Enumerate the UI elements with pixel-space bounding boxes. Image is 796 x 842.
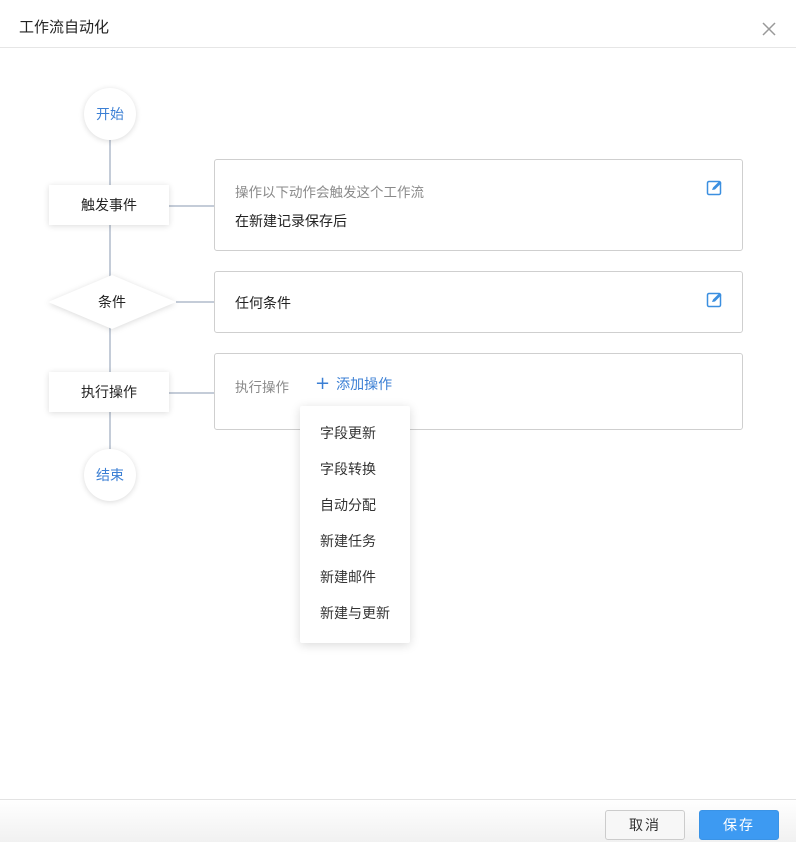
menu-item-field-convert[interactable]: 字段转换: [300, 452, 410, 488]
plus-icon: +: [315, 373, 331, 394]
flow-end-node: 结束: [84, 449, 136, 501]
trigger-connector: [168, 205, 214, 207]
flow-start-label: 开始: [96, 107, 124, 123]
dialog-header: 工作流自动化: [0, 0, 796, 48]
flow-action-label: 执行操作: [81, 385, 137, 401]
edit-icon[interactable]: [706, 291, 724, 309]
flow-trigger-label: 触发事件: [81, 198, 137, 214]
cancel-button[interactable]: 取消: [605, 810, 685, 840]
menu-item-new-email[interactable]: 新建邮件: [300, 560, 410, 596]
add-action-button[interactable]: + 添加操作: [315, 374, 392, 394]
condition-card: 任何条件: [214, 271, 743, 333]
flow-condition-node[interactable]: 条件: [47, 274, 177, 330]
save-button[interactable]: 保存: [699, 810, 779, 840]
condition-connector: [176, 301, 214, 303]
condition-value: 任何条件: [235, 296, 291, 312]
flow-condition-label: 条件: [98, 295, 126, 311]
flow-end-label: 结束: [96, 468, 124, 484]
action-connector: [168, 392, 214, 394]
dialog-title: 工作流自动化: [19, 18, 110, 36]
add-action-label: 添加操作: [336, 377, 393, 393]
menu-item-auto-assign[interactable]: 自动分配: [300, 488, 410, 524]
menu-item-field-update[interactable]: 字段更新: [300, 416, 410, 452]
dialog-footer: 取消 保存: [0, 799, 796, 842]
flow-action-node[interactable]: 执行操作: [49, 372, 169, 412]
edit-icon[interactable]: [706, 179, 724, 197]
action-menu: 字段更新 字段转换 自动分配 新建任务 新建邮件 新建与更新: [300, 406, 410, 643]
flow-trigger-node[interactable]: 触发事件: [49, 185, 169, 225]
action-card: 执行操作 + 添加操作: [214, 353, 743, 430]
trigger-value: 在新建记录保存后: [235, 214, 347, 230]
action-label: 执行操作: [235, 380, 289, 396]
close-icon[interactable]: [758, 18, 780, 40]
menu-item-new-task[interactable]: 新建任务: [300, 524, 410, 560]
menu-item-new-and-update[interactable]: 新建与更新: [300, 596, 410, 632]
flow-start-node: 开始: [84, 88, 136, 140]
trigger-description: 操作以下动作会触发这个工作流: [235, 185, 424, 201]
trigger-card: 操作以下动作会触发这个工作流 在新建记录保存后: [214, 159, 743, 251]
